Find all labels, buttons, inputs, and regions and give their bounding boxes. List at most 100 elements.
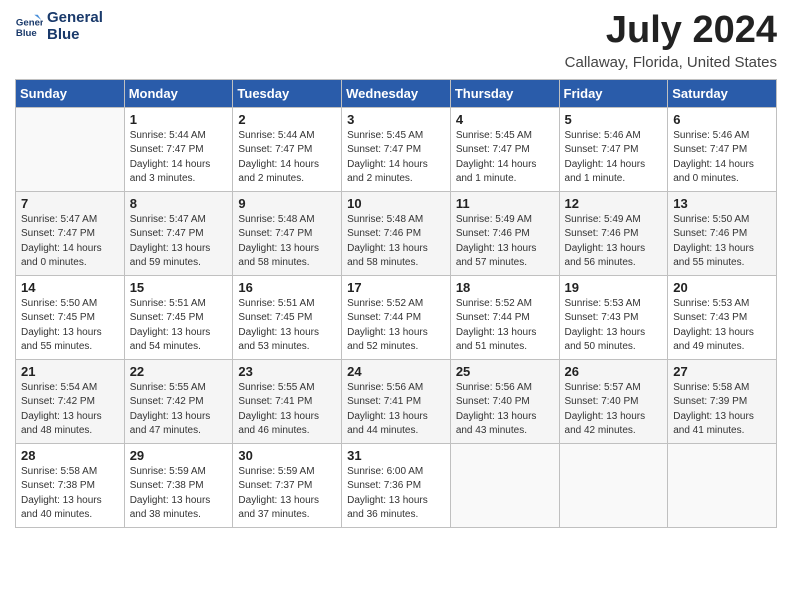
day-number: 3 bbox=[347, 112, 445, 127]
day-number: 23 bbox=[238, 364, 336, 379]
day-number: 18 bbox=[456, 280, 554, 295]
svg-text:General: General bbox=[16, 17, 43, 28]
day-number: 25 bbox=[456, 364, 554, 379]
day-info: Sunrise: 5:45 AM Sunset: 7:47 PM Dayligh… bbox=[347, 129, 445, 187]
header-row: SundayMondayTuesdayWednesdayThursdayFrid… bbox=[16, 79, 777, 107]
day-info: Sunrise: 5:51 AM Sunset: 7:45 PM Dayligh… bbox=[238, 297, 336, 355]
calendar-week-5: 28 Sunrise: 5:58 AM Sunset: 7:38 PM Dayli… bbox=[16, 443, 777, 527]
calendar-cell: 25 Sunrise: 5:56 AM Sunset: 7:40 PM Dayli… bbox=[450, 359, 559, 443]
calendar-cell: 29Sunrise: 5:59 AM Sunset: 7:38 PM Dayli… bbox=[124, 443, 233, 527]
day-number: 22 bbox=[130, 364, 228, 379]
header-saturday: Saturday bbox=[668, 79, 777, 107]
day-info: Sunrise: 5:53 AM Sunset: 7:43 PM Dayligh… bbox=[565, 297, 663, 355]
day-number: 27 bbox=[673, 364, 771, 379]
header-wednesday: Wednesday bbox=[342, 79, 451, 107]
day-info: Sunrise: 5:50 AM Sunset: 7:45 PM Dayligh… bbox=[21, 297, 119, 355]
calendar-cell bbox=[450, 443, 559, 527]
calendar-cell: 7Sunrise: 5:47 AM Sunset: 7:47 PM Daylig… bbox=[16, 191, 125, 275]
day-info: Sunrise: 5:48 AM Sunset: 7:46 PM Dayligh… bbox=[347, 213, 445, 271]
calendar-cell: 9 Sunrise: 5:48 AM Sunset: 7:47 PM Daylig… bbox=[233, 191, 342, 275]
day-number: 20 bbox=[673, 280, 771, 295]
page-header: General Blue General Blue July 2024 Call… bbox=[15, 10, 777, 71]
day-number: 16 bbox=[238, 280, 336, 295]
day-info: Sunrise: 6:00 AM Sunset: 7:36 PM Dayligh… bbox=[347, 465, 445, 523]
calendar-cell: 19Sunrise: 5:53 AM Sunset: 7:43 PM Dayli… bbox=[559, 275, 668, 359]
header-tuesday: Tuesday bbox=[233, 79, 342, 107]
calendar-cell: 16 Sunrise: 5:51 AM Sunset: 7:45 PM Dayli… bbox=[233, 275, 342, 359]
day-number: 7 bbox=[21, 196, 119, 211]
calendar-cell: 24Sunrise: 5:56 AM Sunset: 7:41 PM Dayli… bbox=[342, 359, 451, 443]
day-info: Sunrise: 5:55 AM Sunset: 7:42 PM Dayligh… bbox=[130, 381, 228, 439]
day-number: 26 bbox=[565, 364, 663, 379]
calendar-cell: 17Sunrise: 5:52 AM Sunset: 7:44 PM Dayli… bbox=[342, 275, 451, 359]
calendar-cell: 4 Sunrise: 5:45 AM Sunset: 7:47 PM Daylig… bbox=[450, 107, 559, 191]
calendar-cell: 15Sunrise: 5:51 AM Sunset: 7:45 PM Dayli… bbox=[124, 275, 233, 359]
day-info: Sunrise: 5:55 AM Sunset: 7:41 PM Dayligh… bbox=[238, 381, 336, 439]
calendar-table: SundayMondayTuesdayWednesdayThursdayFrid… bbox=[15, 79, 777, 528]
day-info: Sunrise: 5:56 AM Sunset: 7:40 PM Dayligh… bbox=[456, 381, 554, 439]
calendar-cell: 20 Sunrise: 5:53 AM Sunset: 7:43 PM Dayli… bbox=[668, 275, 777, 359]
day-info: Sunrise: 5:57 AM Sunset: 7:40 PM Dayligh… bbox=[565, 381, 663, 439]
day-number: 31 bbox=[347, 448, 445, 463]
header-thursday: Thursday bbox=[450, 79, 559, 107]
day-info: Sunrise: 5:54 AM Sunset: 7:42 PM Dayligh… bbox=[21, 381, 119, 439]
header-sunday: Sunday bbox=[16, 79, 125, 107]
day-number: 4 bbox=[456, 112, 554, 127]
calendar-cell: 13 Sunrise: 5:50 AM Sunset: 7:46 PM Dayli… bbox=[668, 191, 777, 275]
calendar-body: 1 Sunrise: 5:44 AM Sunset: 7:47 PM Daylig… bbox=[16, 107, 777, 527]
day-number: 15 bbox=[130, 280, 228, 295]
location: Callaway, Florida, United States bbox=[565, 54, 777, 71]
day-info: Sunrise: 5:58 AM Sunset: 7:38 PM Dayligh… bbox=[21, 465, 119, 523]
day-number: 14 bbox=[21, 280, 119, 295]
calendar-cell: 5 Sunrise: 5:46 AM Sunset: 7:47 PM Daylig… bbox=[559, 107, 668, 191]
calendar-header: SundayMondayTuesdayWednesdayThursdayFrid… bbox=[16, 79, 777, 107]
calendar-cell: 3 Sunrise: 5:45 AM Sunset: 7:47 PM Daylig… bbox=[342, 107, 451, 191]
day-number: 2 bbox=[238, 112, 336, 127]
calendar-cell: 11Sunrise: 5:49 AM Sunset: 7:46 PM Dayli… bbox=[450, 191, 559, 275]
calendar-cell bbox=[668, 443, 777, 527]
day-info: Sunrise: 5:52 AM Sunset: 7:44 PM Dayligh… bbox=[456, 297, 554, 355]
calendar-cell: 23 Sunrise: 5:55 AM Sunset: 7:41 PM Dayli… bbox=[233, 359, 342, 443]
calendar-week-3: 14 Sunrise: 5:50 AM Sunset: 7:45 PM Dayli… bbox=[16, 275, 777, 359]
day-info: Sunrise: 5:47 AM Sunset: 7:47 PM Dayligh… bbox=[130, 213, 228, 271]
day-number: 10 bbox=[347, 196, 445, 211]
calendar-cell: 1 Sunrise: 5:44 AM Sunset: 7:47 PM Daylig… bbox=[124, 107, 233, 191]
day-info: Sunrise: 5:44 AM Sunset: 7:47 PM Dayligh… bbox=[130, 129, 228, 187]
day-info: Sunrise: 5:45 AM Sunset: 7:47 PM Dayligh… bbox=[456, 129, 554, 187]
calendar-cell: 12Sunrise: 5:49 AM Sunset: 7:46 PM Dayli… bbox=[559, 191, 668, 275]
header-friday: Friday bbox=[559, 79, 668, 107]
day-info: Sunrise: 5:59 AM Sunset: 7:37 PM Dayligh… bbox=[238, 465, 336, 523]
day-number: 21 bbox=[21, 364, 119, 379]
day-number: 11 bbox=[456, 196, 554, 211]
calendar-cell: 14 Sunrise: 5:50 AM Sunset: 7:45 PM Dayli… bbox=[16, 275, 125, 359]
calendar-cell: 2Sunrise: 5:44 AM Sunset: 7:47 PM Daylig… bbox=[233, 107, 342, 191]
day-number: 6 bbox=[673, 112, 771, 127]
day-number: 17 bbox=[347, 280, 445, 295]
logo-line2: Blue bbox=[47, 27, 103, 44]
calendar-week-4: 21 Sunrise: 5:54 AM Sunset: 7:42 PM Dayli… bbox=[16, 359, 777, 443]
day-number: 28 bbox=[21, 448, 119, 463]
calendar-cell: 6 Sunrise: 5:46 AM Sunset: 7:47 PM Daylig… bbox=[668, 107, 777, 191]
day-info: Sunrise: 5:46 AM Sunset: 7:47 PM Dayligh… bbox=[565, 129, 663, 187]
day-info: Sunrise: 5:50 AM Sunset: 7:46 PM Dayligh… bbox=[673, 213, 771, 271]
title-block: July 2024 Callaway, Florida, United Stat… bbox=[565, 10, 777, 71]
day-number: 1 bbox=[130, 112, 228, 127]
day-number: 8 bbox=[130, 196, 228, 211]
calendar-cell: 26 Sunrise: 5:57 AM Sunset: 7:40 PM Dayli… bbox=[559, 359, 668, 443]
calendar-cell: 28 Sunrise: 5:58 AM Sunset: 7:38 PM Dayli… bbox=[16, 443, 125, 527]
logo-icon: General Blue bbox=[15, 13, 43, 41]
calendar-cell: 30Sunrise: 5:59 AM Sunset: 7:37 PM Dayli… bbox=[233, 443, 342, 527]
day-info: Sunrise: 5:46 AM Sunset: 7:47 PM Dayligh… bbox=[673, 129, 771, 187]
day-number: 5 bbox=[565, 112, 663, 127]
calendar-cell: 21 Sunrise: 5:54 AM Sunset: 7:42 PM Dayli… bbox=[16, 359, 125, 443]
logo: General Blue General Blue bbox=[15, 10, 103, 43]
day-number: 29 bbox=[130, 448, 228, 463]
logo-line1: General bbox=[47, 10, 103, 27]
day-number: 9 bbox=[238, 196, 336, 211]
day-info: Sunrise: 5:53 AM Sunset: 7:43 PM Dayligh… bbox=[673, 297, 771, 355]
day-number: 13 bbox=[673, 196, 771, 211]
calendar-cell: 22 Sunrise: 5:55 AM Sunset: 7:42 PM Dayli… bbox=[124, 359, 233, 443]
calendar-cell bbox=[559, 443, 668, 527]
day-info: Sunrise: 5:48 AM Sunset: 7:47 PM Dayligh… bbox=[238, 213, 336, 271]
header-monday: Monday bbox=[124, 79, 233, 107]
